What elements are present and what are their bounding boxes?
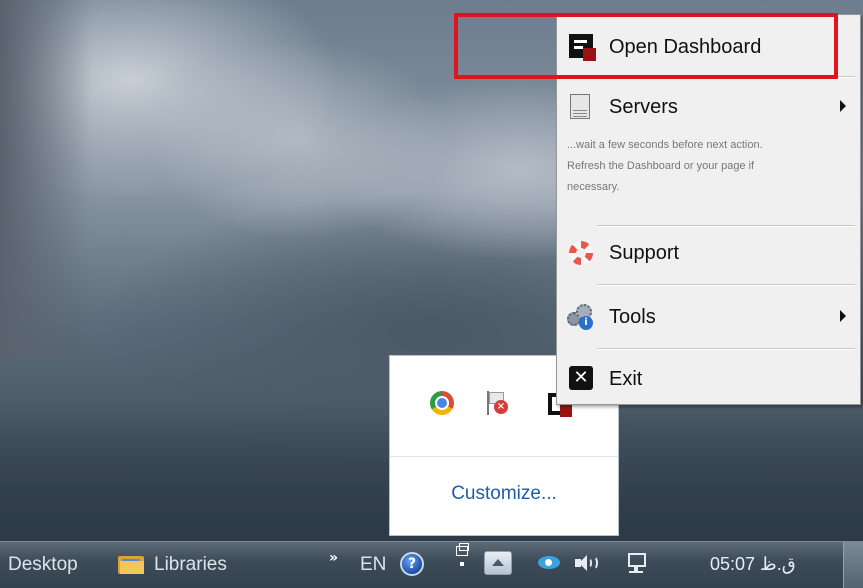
volume-icon[interactable] <box>573 552 601 574</box>
close-icon: ✕ <box>567 366 599 392</box>
menu-item-servers[interactable]: Servers <box>559 85 858 129</box>
language-indicator[interactable]: EN <box>360 554 386 576</box>
eye-tray-icon[interactable] <box>538 556 560 569</box>
menu-separator <box>597 225 855 227</box>
menu-item-label: Servers <box>609 95 678 118</box>
libraries-folder-icon[interactable] <box>118 554 144 574</box>
submenu-arrow-icon <box>840 310 846 322</box>
toolbar-desktop[interactable]: Desktop <box>8 554 78 576</box>
highlight-annotation-box <box>454 13 838 79</box>
menu-item-label: Tools <box>609 305 656 328</box>
hint-line: necessary. <box>567 181 620 193</box>
lifebuoy-icon <box>567 240 599 266</box>
menu-hint-text: ...wait a few seconds before next action… <box>567 135 855 198</box>
toolbar-overflow-chevron[interactable]: » <box>329 550 338 566</box>
submenu-arrow-icon <box>840 100 846 112</box>
hint-line: ...wait a few seconds before next action… <box>567 139 763 151</box>
toolbar-libraries[interactable]: Libraries <box>154 554 227 576</box>
menu-item-support[interactable]: Support <box>559 231 858 275</box>
menu-item-label: Exit <box>609 367 643 390</box>
menu-item-exit[interactable]: ✕ Exit <box>559 357 858 401</box>
help-icon[interactable]: ? <box>400 552 424 576</box>
system-clock[interactable]: 05:07 ق.ظ <box>710 554 796 575</box>
show-hidden-icons-button[interactable] <box>484 551 512 575</box>
taskbar: Desktop Libraries » EN ? 05:07 ق.ظ <box>0 541 863 588</box>
chrome-icon[interactable] <box>430 391 454 415</box>
tools-gear-icon: i <box>567 304 599 330</box>
menu-item-label: Support <box>609 241 680 264</box>
hint-line: Refresh the Dashboard or your page if <box>567 160 755 172</box>
network-icon[interactable] <box>626 551 650 575</box>
show-desktop-button[interactable] <box>843 542 863 588</box>
wallpaper-shadow <box>0 0 92 360</box>
customize-link[interactable]: Customize... <box>390 483 618 505</box>
server-icon <box>567 94 599 120</box>
menu-separator <box>597 284 855 286</box>
wallpaper-highlight <box>150 40 450 240</box>
action-center-flag-icon[interactable]: × <box>485 391 509 415</box>
menu-item-tools[interactable]: i Tools <box>559 295 858 339</box>
menu-separator <box>597 348 855 350</box>
